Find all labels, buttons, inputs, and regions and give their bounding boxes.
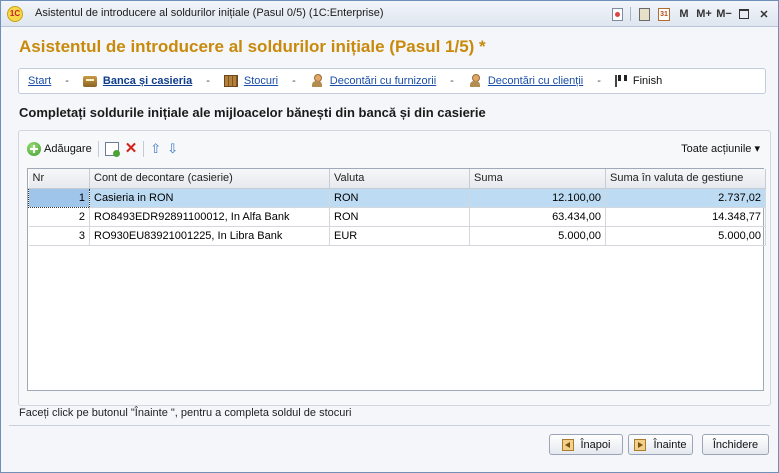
toolbar-separator [97, 141, 99, 157]
page-title: Asistentul de introducere al soldurilor … [19, 37, 486, 56]
all-actions-label: Toate acțiunile [681, 143, 752, 155]
person-icon [310, 74, 324, 88]
memory-minus-button[interactable]: M− [714, 5, 734, 23]
window-title: Asistentul de introducere al soldurilor … [35, 7, 384, 19]
back-button-label: Înapoi [580, 438, 611, 451]
row-account[interactable]: Casieria in RON [89, 188, 330, 208]
step-separator: - [450, 75, 454, 87]
step-start[interactable]: Start [28, 75, 51, 87]
title-bar: 1C Asistentul de introducere al solduril… [1, 1, 778, 27]
back-button[interactable]: Înapoi [549, 434, 623, 455]
all-actions-menu[interactable]: Toate acțiunile ▾ [681, 142, 760, 155]
row-amount-mgmt[interactable]: 5.000,00 [605, 226, 766, 246]
step-separator: - [597, 75, 601, 87]
arrow-down-icon: ⇩ [167, 141, 179, 156]
memory-button[interactable]: M [674, 5, 694, 23]
row-nr[interactable]: 2 [28, 207, 90, 227]
table-row[interactable]: 3 RO930EU83921001225, In Libra Bank EUR … [28, 226, 766, 246]
app-logo-icon[interactable]: 1C [7, 6, 23, 22]
move-up-button[interactable]: ⇧ [150, 139, 161, 159]
step-customers[interactable]: Decontări cu clienții [488, 75, 583, 87]
document-icon[interactable] [607, 5, 627, 23]
column-header-account[interactable]: Cont de decontare (casierie) [89, 169, 330, 189]
row-amount-mgmt[interactable]: 14.348,77 [605, 207, 766, 227]
copy-button[interactable] [104, 139, 120, 159]
next-button-label: Înainte [653, 438, 687, 451]
column-header-nr[interactable]: Nr [28, 169, 90, 189]
row-nr[interactable]: 1 [28, 187, 90, 208]
step-finish: Finish [632, 75, 663, 87]
balances-panel: Adăugare ✕ ⇧ ⇩ Toate acțiunile ▾ Nr Cont [18, 130, 771, 406]
move-down-button[interactable]: ⇩ [167, 139, 178, 159]
step-suppliers[interactable]: Decontări cu furnizorii [330, 75, 436, 87]
add-button-label: Adăugare [44, 143, 92, 155]
row-amount[interactable]: 5.000,00 [469, 226, 606, 246]
close-button[interactable]: Închidere [702, 434, 769, 455]
arrow-right-icon [634, 438, 647, 451]
footer-divider [9, 425, 770, 426]
hint-text: Faceți click pe butonul "Înainte ", pent… [19, 407, 352, 419]
step-separator: - [292, 75, 296, 87]
column-header-currency[interactable]: Valuta [329, 169, 470, 189]
table-header-row: Nr Cont de decontare (casierie) Valuta S… [28, 169, 766, 189]
restore-window-icon[interactable] [734, 5, 754, 23]
memory-plus-button[interactable]: M+ [694, 5, 714, 23]
step-separator: - [206, 75, 210, 87]
row-amount[interactable]: 12.100,00 [469, 188, 606, 208]
row-amount-mgmt[interactable]: 2.737,02 [605, 188, 766, 208]
delete-icon: ✕ [124, 140, 138, 157]
delete-button[interactable]: ✕ [125, 139, 138, 159]
finish-flag-icon [614, 75, 627, 87]
row-currency[interactable]: EUR [329, 226, 470, 246]
copy-icon [104, 142, 120, 157]
close-button-label: Închidere [712, 438, 759, 451]
arrow-left-icon [561, 438, 574, 451]
bank-icon [82, 75, 97, 87]
chevron-down-icon: ▾ [754, 143, 760, 155]
table-row[interactable]: 1 Casieria in RON RON 12.100,00 2.737,02 [28, 187, 766, 208]
arrow-up-icon: ⇧ [150, 141, 162, 156]
column-header-amount[interactable]: Suma [469, 169, 606, 189]
next-button[interactable]: Înainte [628, 434, 693, 455]
add-button[interactable]: Adăugare [27, 139, 92, 159]
table-toolbar: Adăugare ✕ ⇧ ⇩ [27, 139, 184, 159]
toolbar-separator [143, 141, 145, 157]
row-account[interactable]: RO930EU83921001225, In Libra Bank [89, 226, 330, 246]
step-bank-cash[interactable]: Banca și casieria [103, 75, 192, 87]
add-icon [27, 142, 41, 156]
row-currency[interactable]: RON [329, 188, 470, 208]
step-stock[interactable]: Stocuri [244, 75, 278, 87]
calculator-icon[interactable] [634, 5, 654, 23]
section-title: Completați soldurile inițiale ale mijloa… [19, 105, 486, 120]
row-account[interactable]: RO8493EDR92891100012, In Alfa Bank [89, 207, 330, 227]
wizard-steps: Start - Banca și casieria - Stocuri - De… [18, 68, 766, 94]
row-currency[interactable]: RON [329, 207, 470, 227]
step-separator: - [65, 75, 69, 87]
title-bar-separator [630, 7, 631, 21]
close-window-icon[interactable]: ✕ [754, 5, 774, 23]
person-icon [468, 74, 482, 88]
wizard-window: 1C Asistentul de introducere al solduril… [0, 0, 779, 473]
title-bar-tools: 31 M M+ M− ✕ [607, 4, 774, 24]
column-header-amount-mgmt[interactable]: Suma în valuta de gestiune [605, 169, 766, 189]
stock-icon [223, 75, 238, 87]
row-nr[interactable]: 3 [28, 226, 90, 246]
row-amount[interactable]: 63.434,00 [469, 207, 606, 227]
table-row[interactable]: 2 RO8493EDR92891100012, In Alfa Bank RON… [28, 207, 766, 227]
calendar-icon[interactable]: 31 [654, 5, 674, 23]
balances-table[interactable]: Nr Cont de decontare (casierie) Valuta S… [27, 168, 766, 391]
